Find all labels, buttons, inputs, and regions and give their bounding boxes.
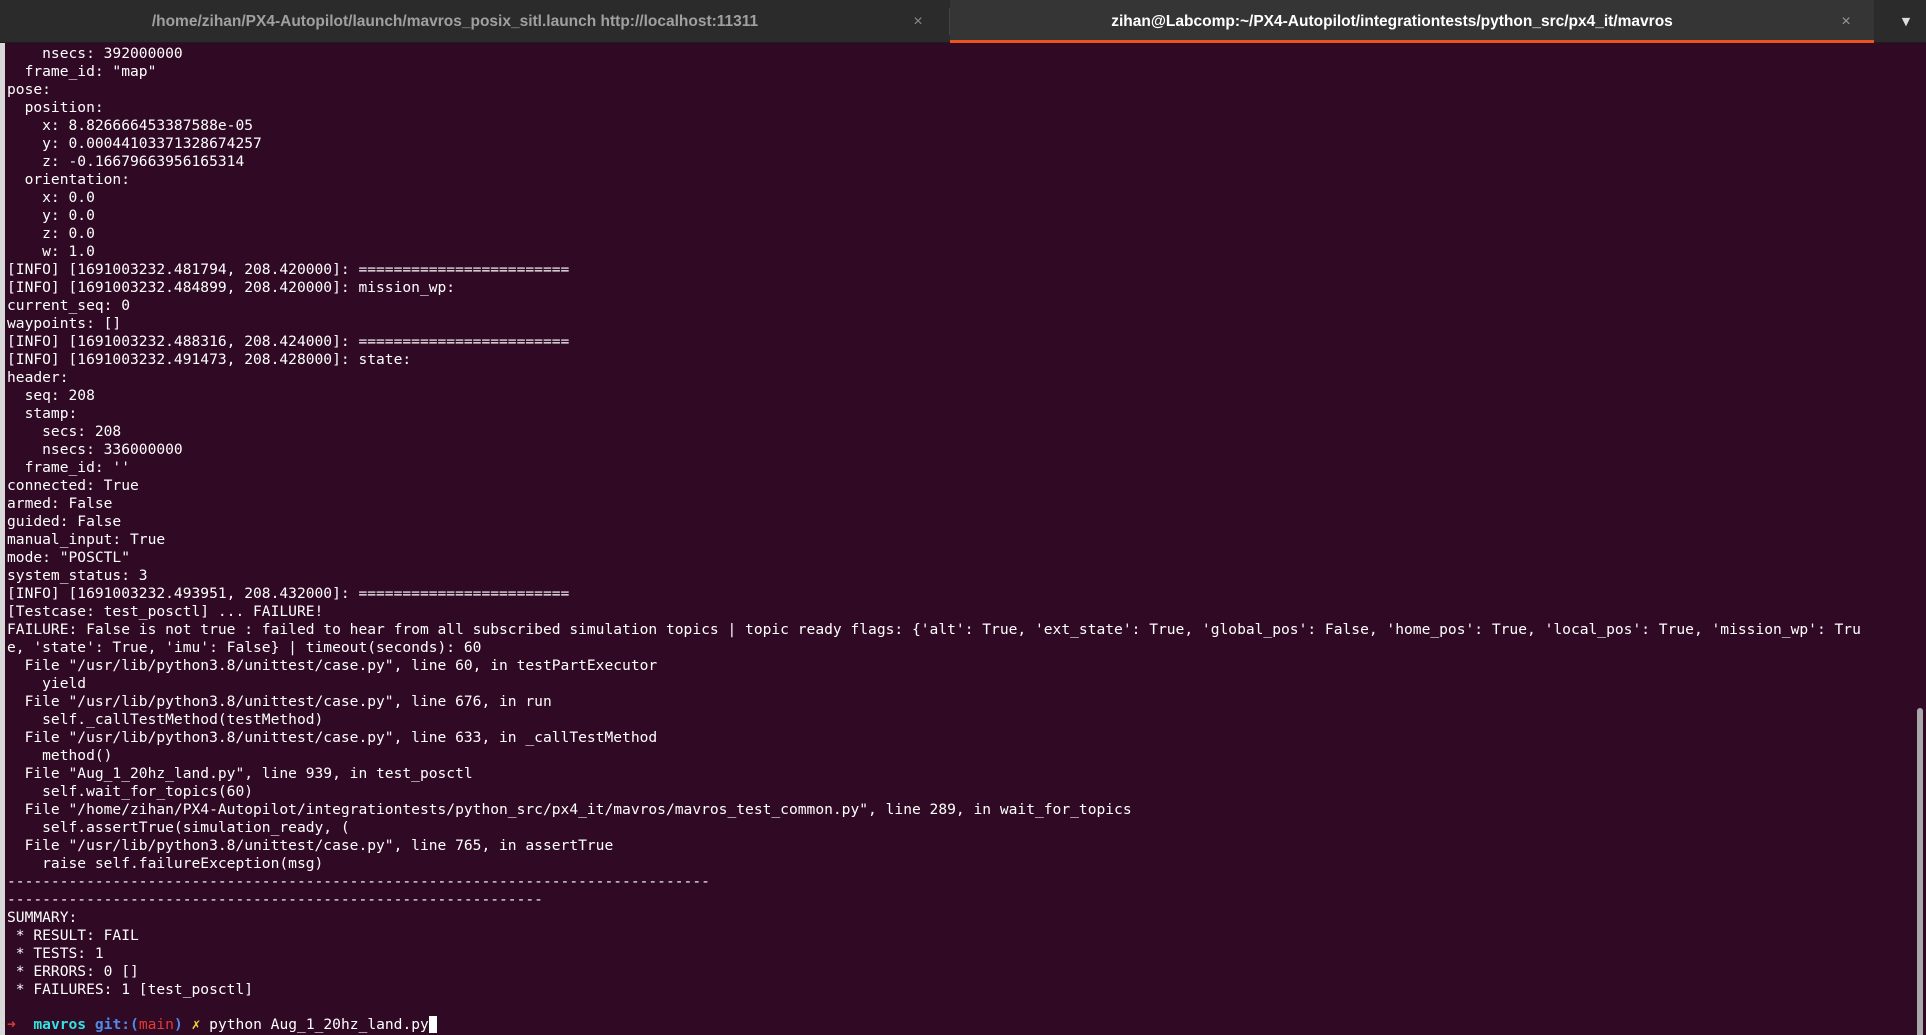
terminal-line: header: [7, 369, 69, 386]
terminal-line: File "/usr/lib/python3.8/unittest/case.p… [7, 693, 552, 710]
terminal-line: File "/home/zihan/PX4-Autopilot/integrat… [7, 801, 1132, 818]
scrollbar[interactable] [1915, 43, 1926, 1035]
terminal-line: [INFO] [1691003232.481794, 208.420000]: … [7, 261, 570, 278]
terminal-line: File "/usr/lib/python3.8/unittest/case.p… [7, 837, 614, 854]
terminal-line: w: 1.0 [7, 243, 95, 260]
window-edge [0, 43, 5, 1035]
terminal-line: [INFO] [1691003232.493951, 208.432000]: … [7, 585, 570, 602]
terminal-line: nsecs: 336000000 [7, 441, 183, 458]
terminal-line: y: 0.0 [7, 207, 95, 224]
close-icon[interactable]: × [1834, 0, 1858, 43]
prompt-arrow-icon: ➜ [7, 1016, 16, 1033]
terminal-line: connected: True [7, 477, 139, 494]
prompt-git-label: git:( [94, 1016, 139, 1033]
terminal-line: x: 0.0 [7, 189, 95, 206]
terminal-line: [INFO] [1691003232.491473, 208.428000]: … [7, 351, 412, 368]
terminal-line: z: 0.0 [7, 225, 95, 242]
terminal-line: * TESTS: 1 [7, 945, 104, 962]
terminal-line: File "/usr/lib/python3.8/unittest/case.p… [7, 729, 658, 746]
terminal-line: manual_input: True [7, 531, 166, 548]
terminal-line: e, 'state': True, 'imu': False} | timeou… [7, 639, 482, 656]
terminal-line: mode: "POSCTL" [7, 549, 131, 566]
close-icon[interactable]: × [906, 0, 930, 43]
terminal-line: [INFO] [1691003232.488316, 208.424000]: … [7, 333, 570, 350]
command-input[interactable]: python Aug_1_20hz_land.py [209, 1016, 429, 1033]
shell-prompt[interactable]: ➜ mavros git:(main) ✗ python Aug_1_20hz_… [7, 1016, 437, 1034]
terminal-line: y: 0.00044103371328674257 [7, 135, 262, 152]
terminal-line: guided: False [7, 513, 122, 530]
terminal-line: position: [7, 99, 104, 116]
terminal-line: armed: False [7, 495, 113, 512]
terminal-line: ----------------------------------------… [7, 873, 710, 890]
terminal-line: yield [7, 675, 87, 692]
terminal-line: seq: 208 [7, 387, 95, 404]
tab-bar: /home/zihan/PX4-Autopilot/launch/mavros_… [0, 0, 1926, 43]
tab-menu-chevron-down-icon[interactable]: ▼ [1886, 0, 1926, 43]
terminal-line: z: -0.16679663956165314 [7, 153, 245, 170]
terminal-line: self.wait_for_topics(60) [7, 783, 254, 800]
terminal-line: raise self.failureException(msg) [7, 855, 324, 872]
terminal-line: FAILURE: False is not true : failed to h… [7, 621, 1861, 638]
terminal-line: waypoints: [] [7, 315, 122, 332]
terminal-line: method() [7, 747, 113, 764]
terminal-line: SUMMARY: [7, 909, 78, 926]
terminal-line: current_seq: 0 [7, 297, 131, 314]
tab-title: /home/zihan/PX4-Autopilot/launch/mavros_… [151, 13, 759, 30]
terminal-line: [Testcase: test_posctl] ... FAILURE! [7, 603, 324, 620]
tab-title: zihan@Labcomp:~/PX4-Autopilot/integratio… [1111, 13, 1673, 30]
prompt-directory: mavros [33, 1016, 87, 1033]
terminal-line: secs: 208 [7, 423, 122, 440]
terminal-line: self.assertTrue(simulation_ready, ( [7, 819, 350, 836]
terminal-line: * FAILURES: 1 [test_posctl] [7, 981, 254, 998]
terminal-line: self._callTestMethod(testMethod) [7, 711, 324, 728]
terminal-line: stamp: [7, 405, 78, 422]
terminal-line: * RESULT: FAIL [7, 927, 139, 944]
terminal-output[interactable]: nsecs: 392000000 frame_id: "map" pose: po… [7, 45, 1907, 1035]
scrollbar-thumb[interactable] [1917, 708, 1923, 1035]
text-cursor [428, 1016, 437, 1033]
terminal-line: x: 8.826666453387588e-05 [7, 117, 254, 134]
terminal-line: * ERRORS: 0 [] [7, 963, 139, 980]
terminal-line: File "/usr/lib/python3.8/unittest/case.p… [7, 657, 658, 674]
terminal-line: ----------------------------------------… [7, 891, 543, 908]
terminal-line: pose: [7, 81, 51, 98]
tab-mavros-shell[interactable]: zihan@Labcomp:~/PX4-Autopilot/integratio… [950, 0, 1874, 43]
tab-roslaunch[interactable]: /home/zihan/PX4-Autopilot/launch/mavros_… [0, 0, 950, 43]
terminal-line: nsecs: 392000000 [7, 45, 183, 62]
terminal-line: frame_id: "map" [7, 63, 157, 80]
terminal-line: [INFO] [1691003232.484899, 208.420000]: … [7, 279, 456, 296]
terminal-line: File "Aug_1_20hz_land.py", line 939, in … [7, 765, 473, 782]
prompt-dirty-icon: ✗ [191, 1016, 201, 1033]
prompt-git-branch: main [138, 1016, 174, 1033]
terminal-line: system_status: 3 [7, 567, 148, 584]
terminal-line: orientation: [7, 171, 131, 188]
terminal-line: frame_id: '' [7, 459, 131, 476]
prompt-git-close: ) [173, 1016, 183, 1033]
